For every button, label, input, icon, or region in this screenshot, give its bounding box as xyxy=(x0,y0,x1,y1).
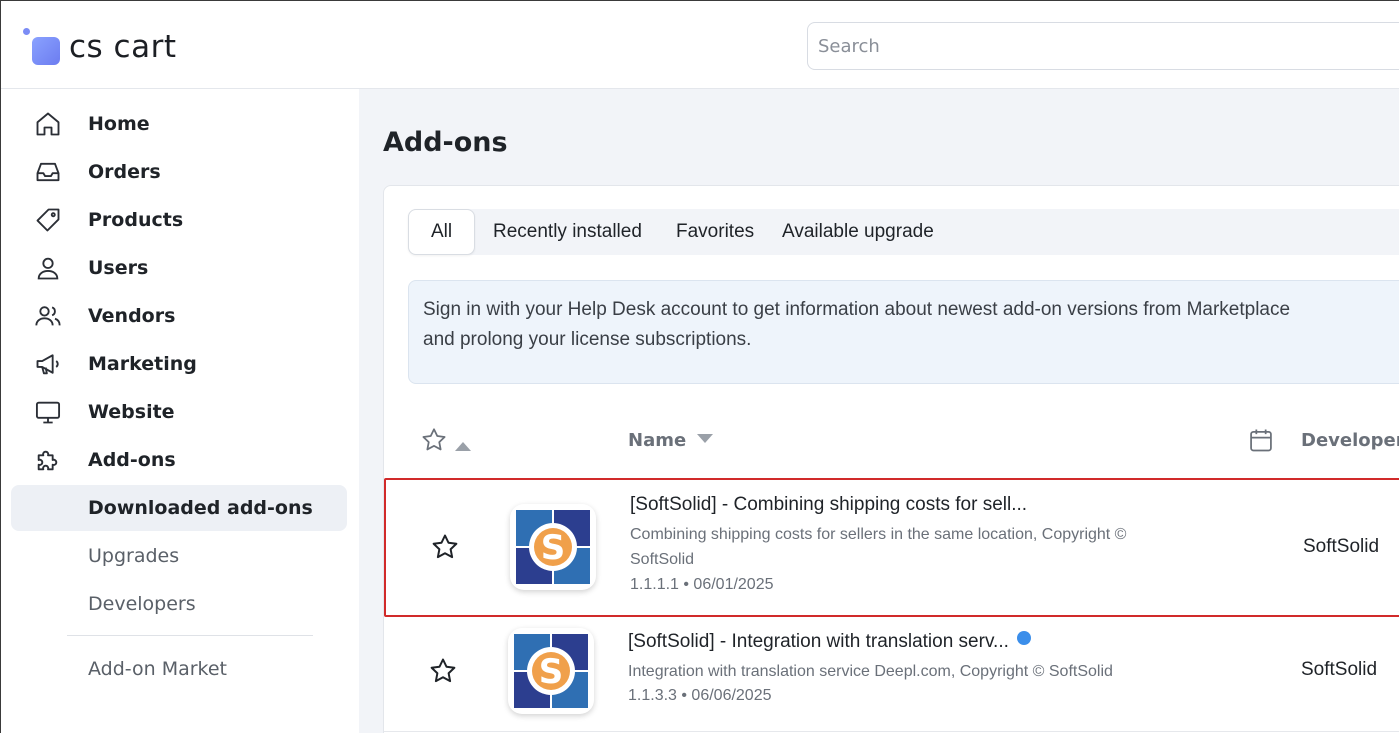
helpdesk-notice: Sign in with your Help Desk account to g… xyxy=(408,280,1399,384)
tab-all[interactable]: All xyxy=(408,209,476,255)
tag-icon xyxy=(33,205,63,235)
filter-tabs: All Recently installed Favorites Availab… xyxy=(408,209,1399,255)
sidebar-item-label: Developers xyxy=(88,593,196,615)
sidebar-item-label: Marketing xyxy=(88,353,197,375)
sidebar-divider xyxy=(67,635,313,636)
table-row[interactable]: S [SoftSolid] - Combining shipping costs… xyxy=(384,478,1399,617)
sidebar-item-label: Vendors xyxy=(88,305,176,327)
user-icon xyxy=(33,253,63,283)
addon-developer: SoftSolid xyxy=(1303,536,1380,557)
page-title: Add-ons xyxy=(383,127,508,158)
search-input[interactable] xyxy=(807,22,1399,70)
favorite-sort-star-icon[interactable] xyxy=(420,426,448,458)
puzzle-icon xyxy=(33,445,63,475)
sidebar-item-label: Orders xyxy=(88,161,161,183)
sidebar-item-label: Downloaded add-ons xyxy=(88,497,313,519)
logo-mark-icon xyxy=(23,28,61,66)
sidebar-item-label: Website xyxy=(88,401,175,423)
sidebar-item-label: Add-ons xyxy=(88,449,176,471)
sidebar-item-users[interactable]: Users xyxy=(11,245,347,291)
brand-logo[interactable]: cs cart xyxy=(23,27,177,67)
column-header-developer[interactable]: Developer xyxy=(1301,430,1399,451)
addon-description-line-1: Combining shipping costs for sellers in … xyxy=(630,526,1127,543)
tab-available-upgrade[interactable]: Available upgrade xyxy=(782,209,934,255)
sidebar-item-label: Add-on Market xyxy=(88,658,228,680)
calendar-icon[interactable] xyxy=(1247,426,1275,458)
column-header-name[interactable]: Name xyxy=(628,430,714,451)
sidebar-item-label: Upgrades xyxy=(88,545,180,567)
sidebar-item-products[interactable]: Products xyxy=(11,197,347,243)
addon-description: Integration with translation service Dee… xyxy=(628,663,1113,680)
sidebar-item-developers[interactable]: Developers xyxy=(11,581,347,627)
sidebar-item-label: Users xyxy=(88,257,149,279)
monitor-icon xyxy=(33,397,63,427)
table-header: Name Developer xyxy=(384,416,1399,466)
sidebar: Home Orders Products Users Vendors Marke… xyxy=(1,89,359,733)
favorite-star-icon[interactable] xyxy=(428,656,458,686)
users-icon xyxy=(33,301,63,331)
brand-name: cs cart xyxy=(69,29,177,65)
update-available-dot xyxy=(1016,631,1031,645)
sidebar-item-marketing[interactable]: Marketing xyxy=(11,341,347,387)
sidebar-item-downloaded-addons[interactable]: Downloaded add-ons xyxy=(11,485,347,531)
notice-line-2: and prolong your license subscriptions. xyxy=(423,329,752,350)
table-row[interactable]: S [SoftSolid] - Integration with transla… xyxy=(384,619,1399,732)
softsolid-logo: S xyxy=(508,628,594,714)
tab-recently-installed[interactable]: Recently installed xyxy=(493,209,642,255)
addon-title[interactable]: [SoftSolid] - Combining shipping costs f… xyxy=(630,494,1027,516)
top-header: cs cart xyxy=(1,1,1399,89)
favorite-star-icon[interactable] xyxy=(430,532,460,562)
home-icon xyxy=(33,109,63,139)
addon-description: Combining shipping costs for sellers in … xyxy=(630,522,1220,572)
sort-up-icon[interactable] xyxy=(454,436,472,455)
addon-version-date: 1.1.3.3 • 06/06/2025 xyxy=(628,687,772,704)
inbox-icon xyxy=(33,157,63,187)
addons-card: All Recently installed Favorites Availab… xyxy=(383,185,1399,733)
softsolid-logo: S xyxy=(510,504,596,590)
sidebar-item-website[interactable]: Website xyxy=(11,389,347,435)
addon-developer: SoftSolid xyxy=(1301,659,1378,680)
column-header-name-label: Name xyxy=(628,430,687,451)
sidebar-item-vendors[interactable]: Vendors xyxy=(11,293,347,339)
sidebar-item-addon-market[interactable]: Add-on Market xyxy=(11,646,347,692)
sidebar-item-label: Home xyxy=(88,113,150,135)
sidebar-item-label: Products xyxy=(88,209,184,231)
sidebar-item-addons[interactable]: Add-ons xyxy=(11,437,347,483)
sidebar-item-orders[interactable]: Orders xyxy=(11,149,347,195)
sidebar-item-upgrades[interactable]: Upgrades xyxy=(11,533,347,579)
tab-favorites[interactable]: Favorites xyxy=(676,209,754,255)
svg-text:S: S xyxy=(541,528,566,568)
sort-down-icon xyxy=(697,434,714,443)
sidebar-item-home[interactable]: Home xyxy=(11,101,347,147)
addon-title[interactable]: [SoftSolid] - Integration with translati… xyxy=(628,631,1009,652)
addon-version-date: 1.1.1.1 • 06/01/2025 xyxy=(630,576,774,593)
addon-title-wrapper[interactable]: [SoftSolid] - Integration with translati… xyxy=(628,631,1031,653)
addon-description-line-2: SoftSolid xyxy=(630,551,695,568)
megaphone-icon xyxy=(33,349,63,379)
svg-text:S: S xyxy=(539,652,564,692)
notice-line-1: Sign in with your Help Desk account to g… xyxy=(423,299,1291,320)
main-content: Add-ons All Recently installed Favorites… xyxy=(359,89,1399,733)
